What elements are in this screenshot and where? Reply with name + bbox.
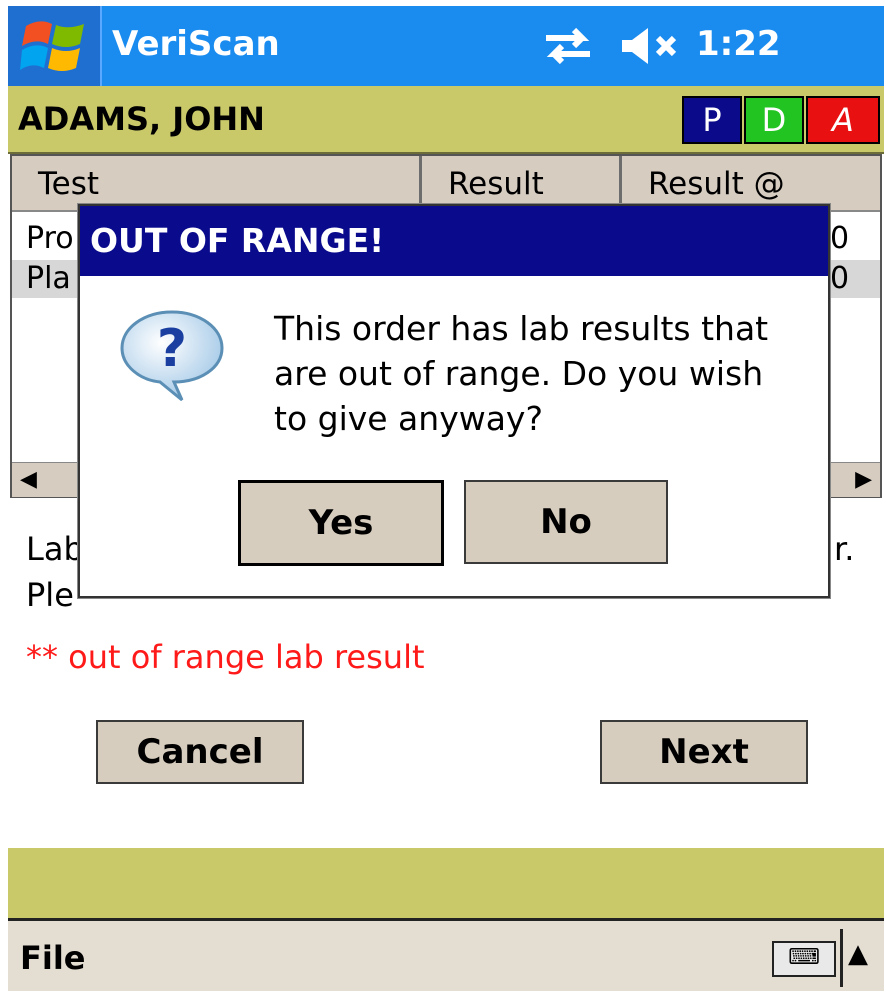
- column-test[interactable]: Test: [12, 156, 422, 210]
- info-line1-end: r.: [834, 530, 855, 568]
- no-button[interactable]: No: [464, 480, 668, 564]
- cell-test: Pro: [26, 221, 74, 256]
- cell-test: Pla: [26, 261, 71, 296]
- cell-result-at: 0: [830, 221, 850, 256]
- menu-file[interactable]: File: [20, 939, 86, 977]
- patient-bar: ADAMS, JOHN P D A: [8, 86, 884, 154]
- windows-logo-icon: [20, 21, 84, 71]
- app-title: VeriScan: [112, 24, 280, 64]
- next-button[interactable]: Next: [600, 720, 808, 784]
- cancel-button[interactable]: Cancel: [96, 720, 304, 784]
- start-button[interactable]: [8, 6, 102, 86]
- input-panel-arrow-icon[interactable]: ▲: [848, 939, 868, 969]
- connectivity-icon[interactable]: [538, 24, 598, 68]
- status-strip: [8, 848, 884, 918]
- status-icons[interactable]: [538, 24, 688, 68]
- info-line1-start: Lab: [26, 530, 84, 568]
- out-of-range-dialog: OUT OF RANGE! ? This order has lab resul…: [78, 204, 830, 598]
- patient-name: ADAMS, JOHN: [18, 100, 265, 138]
- scroll-right-icon[interactable]: ▶: [855, 463, 872, 497]
- cell-result-at: 0: [830, 261, 850, 296]
- menu-separator: [840, 929, 843, 987]
- dialog-message: This order has lab results that are out …: [274, 309, 769, 438]
- speaker-muted-icon[interactable]: [618, 24, 688, 68]
- clock[interactable]: 1:22: [696, 24, 781, 64]
- info-line2-start: Ple: [26, 576, 74, 614]
- column-result-at[interactable]: Result @: [622, 156, 880, 210]
- dialog-title: OUT OF RANGE!: [80, 206, 828, 276]
- flag-p[interactable]: P: [682, 96, 742, 144]
- yes-button[interactable]: Yes: [238, 480, 444, 566]
- svg-text:?: ?: [157, 319, 187, 379]
- menu-bar: File ⌨ ▲: [8, 918, 884, 991]
- keyboard-icon[interactable]: ⌨: [772, 941, 836, 977]
- column-result[interactable]: Result: [422, 156, 622, 210]
- flag-a[interactable]: A: [806, 96, 880, 144]
- flag-d[interactable]: D: [744, 96, 804, 144]
- out-of-range-legend: ** out of range lab result: [26, 638, 425, 676]
- title-bar: VeriScan 1:22: [8, 6, 884, 86]
- scroll-left-icon[interactable]: ◀: [20, 463, 37, 497]
- question-icon: ?: [120, 310, 224, 402]
- screen: VeriScan 1:22 ADAMS, JOHN P D A Test Res…: [8, 6, 884, 991]
